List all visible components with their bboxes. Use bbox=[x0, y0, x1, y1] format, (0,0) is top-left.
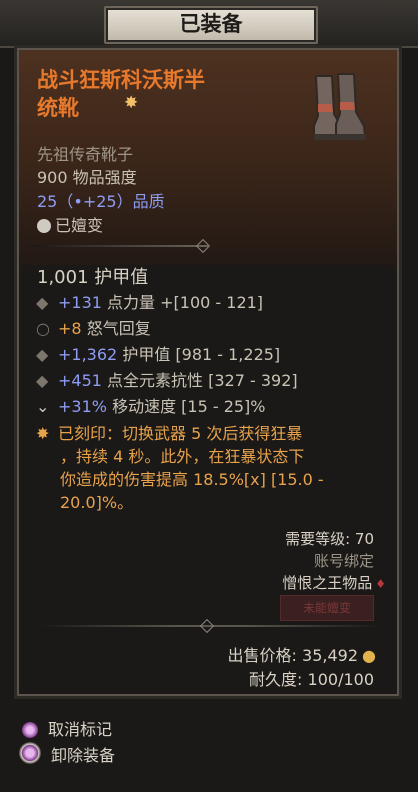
aspect-line-2: ，持续 4 秒。此外，在狂暴状态下 bbox=[60, 447, 305, 466]
item-type: 先祖传奇靴子 bbox=[37, 145, 134, 164]
required-level: 需要等级: 70 bbox=[285, 530, 374, 548]
mod-fury-regen: ○ +8 怒气回复 bbox=[36, 315, 151, 339]
mod-text: 怒气回复 bbox=[86, 319, 151, 338]
item-source-label: 憎恨之王物品 bbox=[282, 574, 373, 592]
unmark-button[interactable]: 取消标记 bbox=[22, 716, 112, 740]
mod-value: +8 bbox=[58, 319, 82, 338]
boots-image bbox=[313, 73, 367, 140]
mod-strength: ◆ +131 点力量 +[100 - 121] bbox=[36, 289, 263, 313]
mod-resistance: ◆ +451 点全元素抗性 [327 - 392] bbox=[36, 367, 298, 391]
item-power: 900 物品强度 bbox=[37, 168, 137, 187]
item-name-line1: 战斗狂斯科沃斯半 bbox=[37, 68, 205, 92]
mod-text: 护甲值 [981 - 1,225] bbox=[122, 345, 281, 364]
hatred-icon: ♦ bbox=[375, 577, 386, 591]
aspect-bullet-icon: ✸ bbox=[36, 424, 50, 443]
chevron-down-icon: ⌄ bbox=[36, 397, 50, 416]
armor-value: 1,001 护甲值 bbox=[37, 267, 149, 288]
sell-price: 出售价格: 35,492 ● bbox=[228, 642, 376, 666]
gold-icon: ● bbox=[362, 646, 376, 665]
bullet-icon: ◆ bbox=[36, 293, 49, 312]
button-prompt-icon bbox=[19, 742, 41, 764]
section-divider bbox=[32, 245, 208, 247]
quality-bonus: +25）品质 bbox=[82, 192, 165, 211]
sell-value: 35,492 bbox=[302, 646, 359, 665]
mod-value: +31% bbox=[58, 397, 107, 416]
bullet-icon: ◆ bbox=[36, 371, 49, 390]
temper-badge: 未能嬗变 bbox=[280, 595, 374, 621]
bullet-icon: ○ bbox=[36, 319, 50, 338]
quality-value: 25（ bbox=[37, 192, 74, 211]
aspect-line-1: 已刻印：切换武器 5 次后获得狂暴 bbox=[58, 424, 303, 443]
mod-armor: ◆ +1,362 护甲值 [981 - 1,225] bbox=[36, 341, 280, 365]
ancestral-star-icon: ✸ bbox=[124, 93, 139, 113]
tempered-label: 已嬗变 bbox=[55, 216, 104, 235]
mod-value: +1,362 bbox=[58, 345, 118, 364]
mod-value: +451 bbox=[58, 371, 102, 390]
unmark-label: 取消标记 bbox=[48, 720, 113, 739]
mod-value: +131 bbox=[58, 293, 102, 312]
item-source: 憎恨之王物品 ♦ bbox=[282, 572, 386, 593]
mod-text: 点全元素抗性 [327 - 392] bbox=[107, 371, 298, 390]
aspect-line-3: 你造成的伤害提高 18.5%[x] [15.0 - bbox=[60, 470, 324, 489]
mod-text: 移动速度 [15 - 25]% bbox=[112, 397, 266, 416]
aspect-line-4: 20.0]%。 bbox=[60, 493, 134, 512]
mod-text: 点力量 +[100 - 121] bbox=[107, 293, 264, 312]
item-name: 战斗狂斯科沃斯半 统靴 bbox=[37, 66, 272, 122]
mod-movement-speed: ⌄ +31% 移动速度 [15 - 25]% bbox=[36, 393, 266, 417]
item-name-line2: 统靴 bbox=[37, 96, 79, 120]
tempered-status: 已嬗变 bbox=[37, 212, 103, 236]
page-title: 已装备 bbox=[179, 12, 243, 36]
bullet-icon: ◆ bbox=[36, 345, 49, 364]
button-prompt-icon bbox=[22, 722, 38, 738]
tempered-icon bbox=[37, 219, 51, 233]
unequip-button[interactable]: 卸除装备 bbox=[19, 742, 116, 766]
quality-dot-icon: • bbox=[73, 192, 83, 211]
durability: 耐久度: 100/100 bbox=[249, 670, 374, 689]
aspect-text: ✸ 已刻印：切换武器 5 次后获得狂暴 ，持续 4 秒。此外，在狂暴状态下 你造成… bbox=[36, 422, 324, 514]
sell-label: 出售价格: bbox=[227, 646, 297, 665]
unequip-label: 卸除装备 bbox=[51, 746, 116, 765]
account-bound: 账号绑定 bbox=[313, 552, 374, 570]
item-quality: 25（•+25）品质 bbox=[37, 188, 165, 212]
